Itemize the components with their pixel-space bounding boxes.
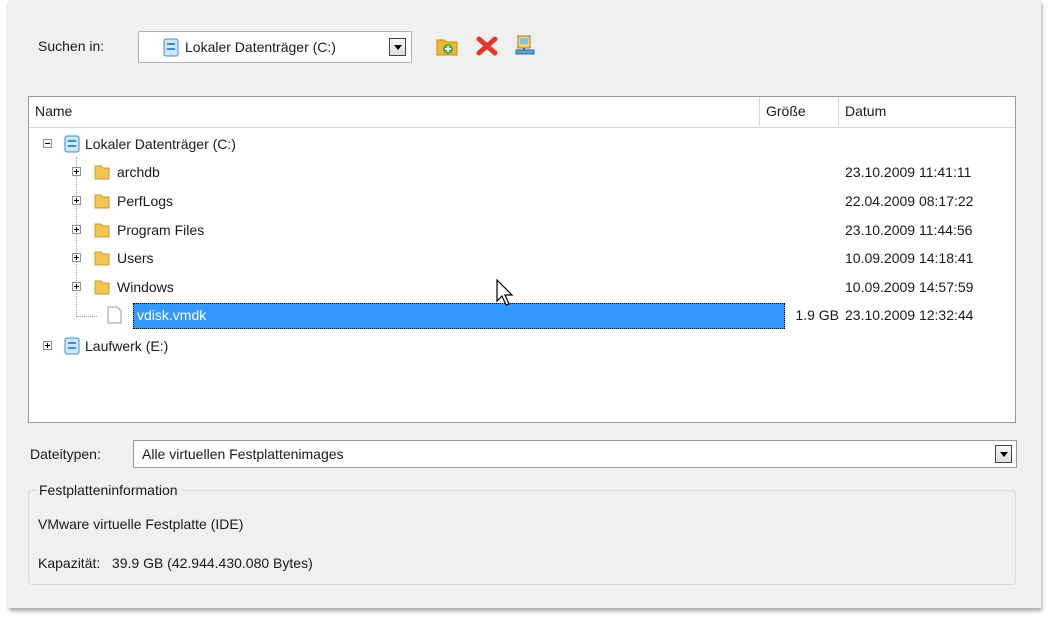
expand-icon[interactable] [43,341,52,350]
column-header: Name Größe Datum [29,97,1015,128]
expand-icon[interactable] [72,167,81,176]
folder-icon [94,165,110,180]
tree-item-size: 1.9 GB [795,307,839,323]
disk-capacity-text: Kapazität: 39.9 GB (42.944.430.080 Bytes… [38,555,313,571]
file-tree[interactable]: Name Größe Datum Lokaler Datenträger (C:… [28,96,1016,423]
tree-row-folder[interactable]: PerfLogs 22.04.2009 08:17:22 [29,187,1015,215]
folder-icon [94,223,110,238]
column-name[interactable]: Name [29,97,760,126]
tree-row-folder[interactable]: Users 10.09.2009 14:18:41 [29,244,1015,272]
column-size[interactable]: Größe [760,97,839,126]
tree-item-date: 23.10.2009 11:44:56 [845,222,973,238]
drive-select-value: Lokaler Datenträger (C:) [185,39,336,55]
expand-icon[interactable] [72,282,81,291]
collapse-icon[interactable] [43,139,52,148]
tree-row-folder[interactable]: Windows 10.09.2009 14:57:59 [29,273,1015,301]
selection-highlight [133,303,785,329]
file-icon [107,306,122,324]
drive-icon [64,337,80,355]
network-drive-icon[interactable] [513,34,537,58]
disk-info-title: Festplatteninformation [36,482,181,498]
disk-type-text: VMware virtuelle Festplatte (IDE) [38,516,244,532]
expand-icon[interactable] [72,253,81,262]
expand-icon[interactable] [72,225,81,234]
tree-item-date: 23.10.2009 12:32:44 [845,307,974,323]
folder-icon [94,194,110,209]
tree-item-label: Program Files [117,222,205,238]
tree-row-drive-e[interactable]: Laufwerk (E:) [29,332,1015,360]
tree-item-label: archdb [117,164,160,180]
tree-item-date: 10.09.2009 14:18:41 [845,250,974,266]
tree-item-date: 22.04.2009 08:17:22 [845,193,974,209]
file-types-label: Dateitypen: [30,446,101,462]
tree-row-file-selected[interactable]: vdisk.vmdk 1.9 GB 23.10.2009 12:32:44 [29,303,1015,331]
folder-icon [94,251,110,266]
drive-icon [163,38,179,57]
tree-row-drive-c[interactable]: Lokaler Datenträger (C:) [29,130,1015,158]
column-date[interactable]: Datum [839,97,1015,126]
file-types-value: Alle virtuellen Festplattenimages [142,446,344,462]
tree-row-folder[interactable]: Program Files 23.10.2009 11:44:56 [29,216,1015,244]
look-in-label: Suchen in: [38,38,105,54]
tree-row-folder[interactable]: archdb 23.10.2009 11:41:11 [29,158,1015,186]
tree-item-date: 10.09.2009 14:57:59 [845,279,974,295]
tree-item-label: vdisk.vmdk [137,307,207,323]
drive-select[interactable]: Lokaler Datenträger (C:) [138,31,412,63]
chevron-down-icon[interactable] [389,38,406,56]
expand-icon[interactable] [72,196,81,205]
delete-icon[interactable] [475,34,499,58]
tree-item-label: Lokaler Datenträger (C:) [85,136,236,152]
drive-icon [64,135,80,153]
new-folder-icon[interactable] [435,34,459,58]
folder-icon [94,280,110,295]
mouse-cursor-icon [496,279,514,306]
tree-item-label: Laufwerk (E:) [85,338,169,354]
tree-item-label: Windows [117,279,174,295]
file-types-select[interactable]: Alle virtuellen Festplattenimages [133,440,1017,468]
chevron-down-icon[interactable] [995,445,1012,463]
tree-item-date: 23.10.2009 11:41:11 [845,164,972,180]
tree-item-label: Users [117,250,154,266]
tree-item-label: PerfLogs [117,193,174,209]
